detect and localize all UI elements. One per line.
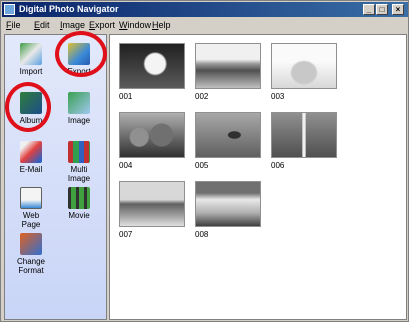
thumbnail-number: 007: [119, 230, 133, 239]
menu-file[interactable]: File: [6, 19, 21, 31]
maximize-button[interactable]: □: [376, 4, 388, 15]
title-bar[interactable]: Digital Photo Navigator _ □ ×: [2, 2, 408, 17]
thumbnail-item[interactable]: 008: [195, 181, 265, 239]
image-label: Image: [67, 116, 91, 125]
email-icon: [20, 141, 42, 163]
menu-image[interactable]: Image: [60, 19, 85, 31]
menu-bar: File Edit Image Export Window Help: [2, 18, 408, 32]
thumbnail-item[interactable]: 005: [195, 112, 265, 170]
multi-image-label: Multi Image: [67, 165, 91, 183]
thumbnail-item[interactable]: 002: [195, 43, 265, 101]
thumbnail-number: 002: [195, 92, 209, 101]
change-format-tool[interactable]: Change Format: [8, 233, 54, 275]
import-icon: [20, 43, 42, 65]
minimize-button[interactable]: _: [363, 4, 375, 15]
movie-label: Movie: [68, 211, 90, 220]
change-format-icon: [20, 233, 42, 255]
thumbnail-item[interactable]: 006: [271, 112, 341, 170]
photo-thumbnail: [195, 112, 261, 158]
image-tool[interactable]: Image: [56, 92, 102, 125]
thumbnail-grid: 001 002 003 004 005 006 007 008: [109, 34, 407, 320]
photo-thumbnail: [119, 112, 185, 158]
album-tool[interactable]: Album: [8, 92, 54, 125]
thumbnail-item[interactable]: 007: [119, 181, 189, 239]
export-tool[interactable]: Export: [56, 43, 102, 76]
web-page-icon: [20, 187, 42, 209]
album-icon: [20, 92, 42, 114]
thumbnail-number: 001: [119, 92, 133, 101]
import-label: Import: [19, 67, 43, 76]
photo-thumbnail: [195, 181, 261, 227]
window-title: Digital Photo Navigator: [19, 4, 119, 14]
import-tool[interactable]: Import: [8, 43, 54, 76]
photo-thumbnail: [119, 43, 185, 89]
multi-image-icon: [68, 141, 90, 163]
thumbnail-item[interactable]: 003: [271, 43, 341, 101]
app-icon: [4, 4, 15, 15]
change-format-label: Change Format: [16, 257, 46, 275]
menu-help[interactable]: Help: [152, 19, 171, 31]
movie-icon: [68, 187, 90, 209]
image-icon: [68, 92, 90, 114]
photo-thumbnail: [119, 181, 185, 227]
web-page-label: Web Page: [21, 211, 41, 229]
photo-thumbnail: [195, 43, 261, 89]
thumbnail-number: 004: [119, 161, 133, 170]
thumbnail-item[interactable]: 001: [119, 43, 189, 101]
thumbnail-number: 008: [195, 230, 209, 239]
movie-tool[interactable]: Movie: [56, 187, 102, 220]
app-window: Digital Photo Navigator _ □ × File Edit …: [0, 0, 409, 322]
thumbnail-number: 006: [271, 161, 285, 170]
thumbnail-number: 003: [271, 92, 285, 101]
export-label: Export: [67, 67, 91, 76]
email-label: E-Mail: [19, 165, 43, 174]
album-label: Album: [19, 116, 43, 125]
menu-export[interactable]: Export: [89, 19, 115, 31]
close-button[interactable]: ×: [392, 4, 404, 15]
web-page-tool[interactable]: Web Page: [8, 187, 54, 229]
menu-edit[interactable]: Edit: [34, 19, 50, 31]
email-tool[interactable]: E-Mail: [8, 141, 54, 174]
tool-sidebar: Import Export Album Image E-Mail Multi I…: [4, 34, 107, 320]
photo-thumbnail: [271, 43, 337, 89]
export-icon: [68, 43, 90, 65]
thumbnail-item[interactable]: 004: [119, 112, 189, 170]
multi-image-tool[interactable]: Multi Image: [56, 141, 102, 183]
thumbnail-number: 005: [195, 161, 209, 170]
photo-thumbnail: [271, 112, 337, 158]
menu-window[interactable]: Window: [119, 19, 151, 31]
